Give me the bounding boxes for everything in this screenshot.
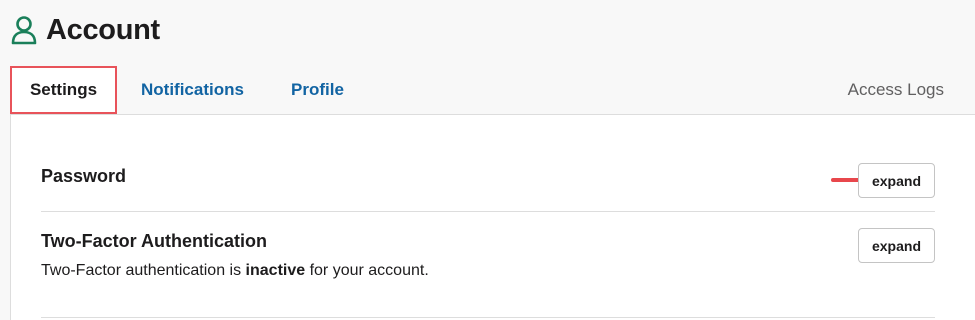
tab-notifications[interactable]: Notifications <box>141 66 244 114</box>
password-title: Password <box>41 166 127 186</box>
two-factor-status: inactive <box>245 262 306 279</box>
settings-panel: Password expand Two-Factor Authenticatio… <box>10 114 975 320</box>
two-factor-desc-before: Two-Factor authentication is <box>41 262 246 279</box>
tab-settings[interactable]: Settings <box>10 66 117 114</box>
account-page: Account Settings Notifications Profile A… <box>0 0 975 320</box>
two-factor-row: Two-Factor Authentication Two-Factor aut… <box>41 212 935 318</box>
two-factor-expand-button[interactable]: expand <box>858 228 935 263</box>
password-row: Password expand <box>41 115 935 212</box>
tab-bar: Settings Notifications Profile Access Lo… <box>10 66 975 114</box>
page-header: Account <box>10 12 160 48</box>
two-factor-desc-after: for your account. <box>305 262 429 279</box>
user-icon <box>10 15 38 45</box>
password-expand-button[interactable]: expand <box>858 163 935 198</box>
page-title: Account <box>46 13 160 46</box>
tab-profile[interactable]: Profile <box>291 66 344 114</box>
tab-access-logs[interactable]: Access Logs <box>848 66 944 114</box>
two-factor-description: Two-Factor authentication is inactive fo… <box>41 262 429 280</box>
two-factor-title: Two-Factor Authentication <box>41 231 267 251</box>
